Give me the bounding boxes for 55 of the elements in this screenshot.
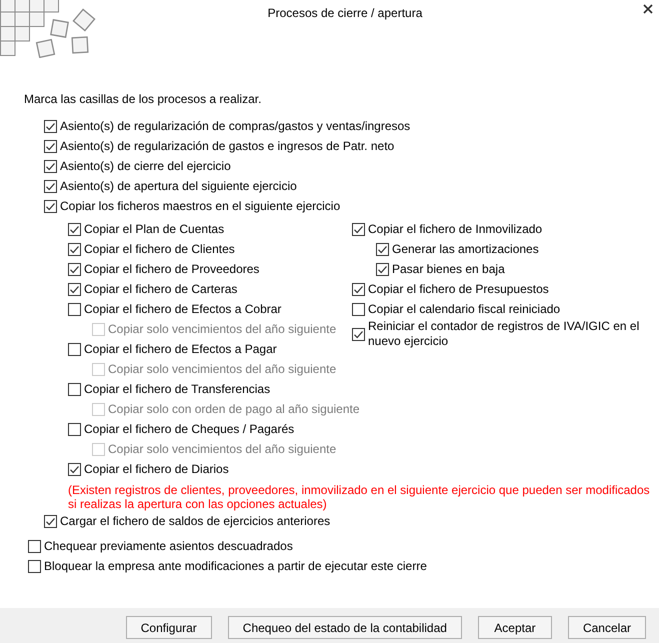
- checkbox-label[interactable]: Copiar los ficheros maestros en el siguiente ejercicio: [60, 198, 340, 214]
- checkbox[interactable]: [28, 560, 41, 572]
- checkbox[interactable]: [352, 282, 365, 296]
- dialog-button[interactable]: Cancelar: [568, 616, 646, 639]
- checkbox-label[interactable]: Copiar el fichero de Presupuestos: [368, 282, 549, 296]
- checkbox[interactable]: [44, 180, 57, 192]
- checkbox-label[interactable]: Copiar el fichero de Inmovilizado: [368, 222, 542, 236]
- checkbox-label[interactable]: Asiento(s) de apertura del siguiente ejercicio: [60, 178, 297, 194]
- checkbox[interactable]: [352, 328, 365, 340]
- checkbox[interactable]: [68, 302, 81, 316]
- checkbox[interactable]: [68, 422, 81, 436]
- checkbox-label[interactable]: Copiar el fichero de Carteras: [84, 282, 238, 296]
- checkbox[interactable]: [28, 540, 41, 552]
- checkbox-label[interactable]: Pasar bienes en baja: [392, 262, 505, 276]
- checkbox[interactable]: [68, 462, 81, 476]
- checkbox-label[interactable]: Copiar el fichero de Proveedores: [84, 262, 260, 276]
- checkbox[interactable]: [68, 342, 81, 356]
- checkbox[interactable]: [68, 262, 81, 276]
- checkbox-label[interactable]: Chequear previamente asientos descuadrados: [44, 538, 293, 554]
- checkbox[interactable]: [44, 514, 57, 528]
- checkbox-label[interactable]: Copiar el Plan de Cuentas: [84, 222, 224, 236]
- checkbox[interactable]: [376, 262, 389, 276]
- checkbox-label[interactable]: Asiento(s) de regularización de compras/gastos y ventas/ingresos: [60, 118, 410, 134]
- checkbox-label[interactable]: Copiar el fichero de Efectos a Pagar: [84, 342, 277, 356]
- checkbox-label[interactable]: Copiar el fichero de Diarios: [84, 462, 229, 476]
- dialog-button[interactable]: Aceptar: [478, 616, 552, 639]
- checkbox[interactable]: [376, 242, 389, 256]
- warning-text: (Existen registros de clientes, proveedores, inmovilizado en el siguiente ejercicio que pueden ser modificados si realizas la apertura con las opciones actuales): [68, 483, 651, 511]
- checkbox[interactable]: [44, 160, 57, 172]
- checkbox-label[interactable]: Copiar el fichero de Cheques / Pagarés: [84, 422, 294, 436]
- dialog-button[interactable]: Configurar: [126, 616, 212, 639]
- dialog-button[interactable]: Chequeo del estado de la contabilidad: [228, 616, 462, 639]
- checkbox-label[interactable]: Asiento(s) de cierre del ejercicio: [60, 158, 231, 174]
- checkbox[interactable]: [44, 200, 57, 212]
- checkbox[interactable]: [68, 222, 81, 236]
- checkbox[interactable]: [68, 242, 81, 256]
- checkbox-label[interactable]: Cargar el fichero de saldos de ejercicios anteriores: [60, 514, 330, 528]
- checkbox-label[interactable]: Generar las amortizaciones: [392, 242, 539, 256]
- checkbox-label[interactable]: Copiar el calendario fiscal reiniciado: [368, 302, 560, 316]
- checkbox[interactable]: [44, 140, 57, 152]
- window-title: Procesos de cierre / apertura: [268, 6, 422, 20]
- checkbox[interactable]: [68, 382, 81, 396]
- checkbox-label[interactable]: Copiar el fichero de Transferencias: [84, 382, 270, 396]
- checkbox[interactable]: [352, 222, 365, 236]
- checkbox-label[interactable]: Copiar el fichero de Clientes: [84, 242, 235, 256]
- checkbox[interactable]: [352, 302, 365, 316]
- checkbox-label[interactable]: Bloquear la empresa ante modificaciones a partir de ejecutar este cierre: [44, 558, 427, 574]
- instruction-text: Marca las casillas de los procesos a realizar.: [24, 92, 262, 106]
- checkbox[interactable]: [44, 120, 57, 132]
- checkbox[interactable]: [68, 282, 81, 296]
- checkbox-label[interactable]: Reiniciar el contador de registros de IVA/IGIC en el nuevo ejercicio: [368, 319, 648, 349]
- close-button[interactable]: [641, 2, 655, 16]
- close-icon: [643, 4, 653, 14]
- checkbox-label[interactable]: Asiento(s) de regularización de gastos e ingresos de Patr. neto: [60, 138, 394, 154]
- checkbox-label[interactable]: Copiar el fichero de Efectos a Cobrar: [84, 302, 282, 316]
